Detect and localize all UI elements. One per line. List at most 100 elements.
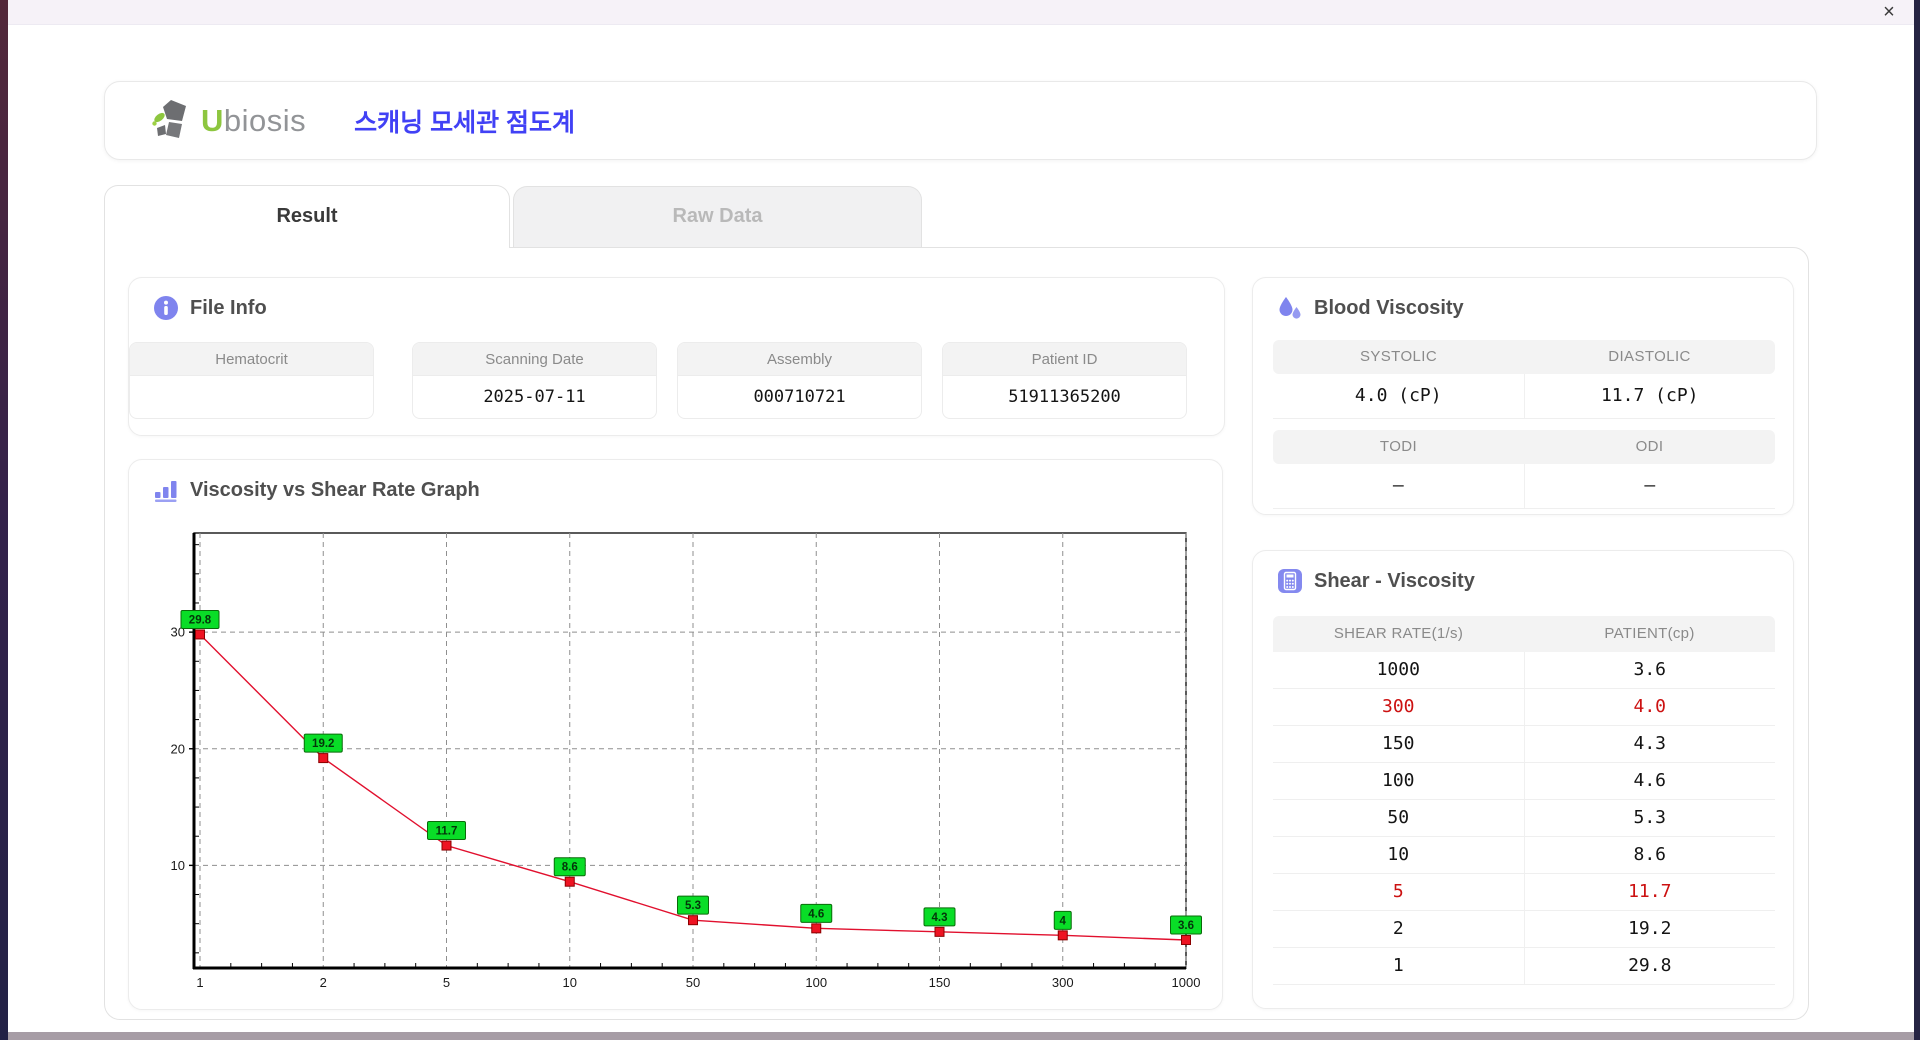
patient-cell: 4.0: [1633, 696, 1666, 717]
shear-rate-cell: 100: [1273, 763, 1525, 799]
svg-text:4: 4: [1060, 915, 1067, 927]
patient-cell: 3.6: [1633, 659, 1666, 680]
chart-box: 10 20 30 1 2 5 10 50 100 150 300 1000 29.8 19.2 11.7 8.…: [149, 528, 1209, 998]
blood-viscosity-title: Blood Viscosity: [1314, 296, 1464, 319]
patient-cell: 5.3: [1633, 807, 1666, 828]
field-value: [130, 376, 373, 418]
file-info-field: Hematocrit: [129, 342, 374, 419]
patient-cell: 4.3: [1633, 733, 1666, 754]
logo-text: Ubiosis: [201, 103, 306, 139]
water-drops-icon: [1279, 297, 1301, 319]
shear-rate-cell: 50: [1273, 800, 1525, 836]
odi-label: ODI: [1524, 430, 1775, 464]
shear-viscosity-title-row: Shear - Viscosity: [1253, 551, 1793, 594]
shear-table-row: 150 4.3: [1273, 726, 1775, 763]
shear-rate-cell: 300: [1273, 689, 1525, 725]
bv-value-row-1: 4.0 (cP) 11.7 (cP): [1273, 374, 1775, 419]
shear-table-row: 300 4.0: [1273, 689, 1775, 726]
diastolic-value: 11.7 (cP): [1524, 374, 1775, 419]
viscosity-graph-card: Viscosity vs Shear Rate Graph 10 20 30 1 2 5 1…: [128, 459, 1223, 1010]
shear-table-row: 1 29.8: [1273, 948, 1775, 985]
svg-text:1: 1: [196, 975, 203, 990]
field-label: Assembly: [678, 343, 921, 376]
ubiosis-logo: Ubiosis: [151, 99, 306, 143]
patient-cell: 19.2: [1628, 918, 1672, 939]
svg-text:3.6: 3.6: [1178, 920, 1194, 932]
svg-text:4.3: 4.3: [932, 912, 948, 924]
bv-value-row-2: – –: [1273, 464, 1775, 509]
file-info-title: File Info: [190, 296, 267, 319]
window-left-border: [0, 0, 8, 1040]
patient-cell: 11.7: [1628, 881, 1672, 902]
svg-text:4.6: 4.6: [808, 908, 824, 920]
todi-value: –: [1273, 464, 1525, 509]
shear-viscosity-card: Shear - Viscosity SHEAR RATE(1/s) PATIEN…: [1252, 550, 1794, 1009]
svg-text:10: 10: [171, 858, 185, 873]
shear-viscosity-title: Shear - Viscosity: [1314, 569, 1475, 592]
shear-rate-cell: 1000: [1273, 652, 1525, 688]
shear-table-row: 10 8.6: [1273, 837, 1775, 874]
calculator-icon: [1278, 569, 1302, 593]
app-header: Ubiosis 스캐닝 모세관 점도계: [104, 81, 1817, 160]
info-icon: [154, 296, 178, 320]
shear-table-header: SHEAR RATE(1/s) PATIENT(cp): [1273, 616, 1775, 652]
app-title-korean: 스캐닝 모세관 점도계: [354, 108, 576, 137]
bv-header-row-1: SYSTOLIC DIASTOLIC: [1273, 340, 1775, 374]
logo-letter-u: U: [201, 102, 224, 138]
svg-text:2: 2: [320, 975, 327, 990]
close-icon[interactable]: ×: [1878, 1, 1900, 23]
tab-raw-data[interactable]: Raw Data: [513, 186, 922, 247]
file-info-card: File Info Scanning Date 2025-07-11 Assem…: [128, 277, 1225, 436]
file-info-title-row: File Info: [129, 278, 1224, 321]
todi-label: TODI: [1273, 430, 1524, 464]
viscosity-vs-shear-rate-chart: 1020301 2 5 10 50 100 150 300 100029.819.211.78.…: [171, 532, 1202, 990]
svg-text:8.6: 8.6: [562, 862, 578, 874]
graph-title-row: Viscosity vs Shear Rate Graph: [129, 460, 1222, 503]
field-label: Patient ID: [943, 343, 1186, 376]
tab-result[interactable]: Result: [104, 185, 510, 248]
patient-cell: 8.6: [1633, 844, 1666, 865]
shear-viscosity-table: SHEAR RATE(1/s) PATIENT(cp) 1000 3.6 300…: [1273, 616, 1775, 985]
shear-rate-column-header: SHEAR RATE(1/s): [1333, 625, 1464, 642]
patient-cell: 29.8: [1628, 955, 1672, 976]
result-panel: File Info Scanning Date 2025-07-11 Assem…: [104, 247, 1809, 1020]
svg-text:10: 10: [563, 975, 577, 990]
diastolic-label: DIASTOLIC: [1524, 340, 1775, 374]
shear-rate-cell: 1: [1273, 948, 1525, 984]
ubiosis-pebbles-icon: [152, 99, 186, 138]
shear-rate-cell: 10: [1273, 837, 1525, 873]
svg-text:20: 20: [171, 741, 185, 756]
svg-text:50: 50: [686, 975, 700, 990]
shear-table-row: 50 5.3: [1273, 800, 1775, 837]
odi-value: –: [1524, 464, 1775, 509]
field-label: Scanning Date: [413, 343, 656, 376]
svg-text:11.7: 11.7: [436, 826, 458, 838]
shear-rate-cell: 150: [1273, 726, 1525, 762]
svg-text:100: 100: [805, 975, 827, 990]
field-value: 2025-07-11: [483, 387, 586, 407]
app-window: × Ubiosis 스캐닝 모세관 점도계 Result Raw Data Fi…: [0, 0, 1920, 1040]
blood-viscosity-card: Blood Viscosity SYSTOLIC DIASTOLIC 4.0 (…: [1252, 277, 1794, 515]
graph-title: Viscosity vs Shear Rate Graph: [190, 478, 480, 501]
window-bottom-border: [0, 1032, 1920, 1040]
shear-table-row: 1000 3.6: [1273, 652, 1775, 689]
shear-table-row: 5 11.7: [1273, 874, 1775, 911]
shear-rate-cell: 2: [1273, 911, 1525, 947]
bar-chart-icon: [155, 481, 177, 502]
bv-header-row-2: TODI ODI: [1273, 430, 1775, 464]
field-value: 51911365200: [1008, 387, 1121, 407]
file-info-field: Patient ID 51911365200: [942, 342, 1187, 419]
svg-text:150: 150: [929, 975, 951, 990]
systolic-value: 4.0 (cP): [1273, 374, 1525, 419]
shear-rate-cell: 5: [1273, 874, 1525, 910]
shear-table-body: 1000 3.6 300 4.0 150 4.3 100 4.6 50 5.3 …: [1273, 652, 1775, 985]
systolic-label: SYSTOLIC: [1273, 340, 1524, 374]
titlebar: ×: [8, 0, 1914, 25]
svg-text:1000: 1000: [1172, 975, 1201, 990]
file-info-field: Scanning Date 2025-07-11: [412, 342, 657, 419]
svg-text:5: 5: [443, 975, 450, 990]
svg-text:5.3: 5.3: [685, 900, 701, 912]
shear-table-row: 100 4.6: [1273, 763, 1775, 800]
svg-text:29.8: 29.8: [189, 614, 212, 626]
file-info-field: Assembly 000710721: [677, 342, 922, 419]
